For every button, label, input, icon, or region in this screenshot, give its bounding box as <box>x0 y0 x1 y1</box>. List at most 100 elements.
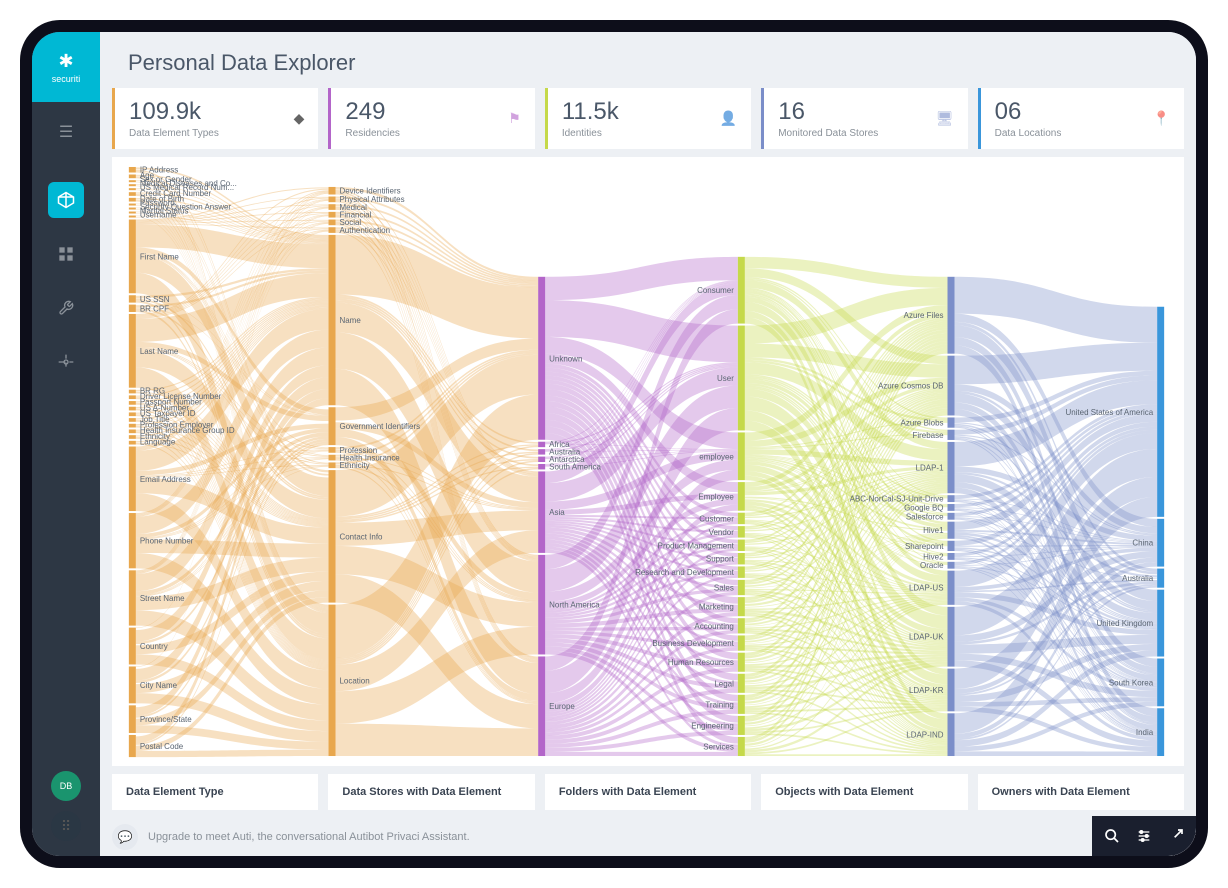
svg-text:LDAP-1: LDAP-1 <box>916 464 944 473</box>
svg-text:US SSN: US SSN <box>140 295 170 304</box>
apps-launcher[interactable]: ⠿ <box>51 811 81 841</box>
nav-items <box>48 182 84 380</box>
svg-text:Customer: Customer <box>699 514 734 523</box>
nav-item-settings[interactable] <box>48 344 84 380</box>
svg-text:Unknown: Unknown <box>549 354 582 363</box>
user-avatar[interactable]: DB <box>51 771 81 801</box>
search-icon <box>1104 828 1120 844</box>
menu-toggle-button[interactable]: ☰ <box>51 117 81 147</box>
stat-value: 11.5k <box>562 98 619 126</box>
column-headers: Data Element Type Data Stores with Data … <box>100 774 1196 818</box>
svg-text:Consumer: Consumer <box>697 286 734 295</box>
device-frame: ✱ securiti ☰ DB ⠿ <box>20 20 1208 868</box>
logo-text: securiti <box>52 74 81 84</box>
svg-text:Training: Training <box>705 700 734 709</box>
search-button[interactable] <box>1098 822 1126 850</box>
svg-text:Name: Name <box>340 316 362 325</box>
logo[interactable]: ✱ securiti <box>32 32 100 102</box>
stat-value: 06 <box>995 98 1062 126</box>
pin-icon: 📍 <box>1153 110 1170 127</box>
svg-text:Legal: Legal <box>714 679 734 688</box>
logo-icon: ✱ <box>58 51 73 72</box>
page-title: Personal Data Explorer <box>128 50 1168 76</box>
svg-text:ABC-NorCal-SJ-Unit-Drive: ABC-NorCal-SJ-Unit-Drive <box>850 495 944 504</box>
stat-card-stores[interactable]: 16 Monitored Data Stores 🖥 <box>761 88 967 149</box>
svg-text:Government Identifiers: Government Identifiers <box>340 422 421 431</box>
svg-text:Research and Development: Research and Development <box>635 568 735 577</box>
main-content: Personal Data Explorer 109.9k Data Eleme… <box>100 32 1196 856</box>
svg-text:Accounting: Accounting <box>694 622 733 631</box>
svg-text:India: India <box>1136 728 1154 737</box>
svg-text:Azure Files: Azure Files <box>904 311 944 320</box>
nav-item-tools[interactable] <box>48 290 84 326</box>
nav-item-dashboard[interactable] <box>48 236 84 272</box>
svg-text:Language: Language <box>140 438 176 447</box>
footer-bar: 💬 Upgrade to meet Auti, the conversation… <box>100 818 1196 856</box>
svg-text:Sales: Sales <box>714 584 734 593</box>
nav-item-explorer[interactable] <box>48 182 84 218</box>
stat-card-identities[interactable]: 11.5k Identities 👤 <box>545 88 751 149</box>
gear-icon <box>58 354 74 370</box>
cube-icon <box>57 191 75 209</box>
filter-button[interactable] <box>1130 822 1158 850</box>
svg-text:Phone Number: Phone Number <box>140 537 194 546</box>
svg-text:Support: Support <box>706 555 735 564</box>
sankey-chart[interactable]: IP AddressAgeSex or GenderMedical Diseas… <box>112 157 1184 766</box>
stat-card-element-types[interactable]: 109.9k Data Element Types ◆ <box>112 88 318 149</box>
stat-card-residencies[interactable]: 249 Residencies ⚑ <box>328 88 534 149</box>
sankey-svg: IP AddressAgeSex or GenderMedical Diseas… <box>112 157 1184 766</box>
stat-label: Identities <box>562 128 619 139</box>
col-header-stores: Data Stores with Data Element <box>328 774 534 810</box>
cube-icon: ◆ <box>294 110 305 127</box>
svg-text:Ethnicity: Ethnicity <box>340 461 370 470</box>
svg-text:Oracle: Oracle <box>920 561 944 570</box>
footer-message: Upgrade to meet Auti, the conversational… <box>148 831 1184 843</box>
svg-text:LDAP-IND: LDAP-IND <box>906 731 943 740</box>
svg-text:Street Name: Street Name <box>140 594 185 603</box>
svg-text:Europe: Europe <box>549 702 575 711</box>
svg-text:Firebase: Firebase <box>912 431 944 440</box>
svg-text:China: China <box>1132 539 1153 548</box>
app-screen: ✱ securiti ☰ DB ⠿ <box>32 32 1196 856</box>
svg-text:Vendor: Vendor <box>709 528 735 537</box>
svg-text:Hive1: Hive1 <box>923 526 944 535</box>
svg-text:Province/State: Province/State <box>140 715 192 724</box>
svg-text:LDAP-US: LDAP-US <box>909 584 944 593</box>
svg-text:Human Resources: Human Resources <box>668 658 734 667</box>
sliders-icon <box>1136 828 1152 844</box>
grid-icon <box>58 246 74 262</box>
svg-text:employee: employee <box>699 452 734 461</box>
stat-label: Data Element Types <box>129 128 219 139</box>
col-header-owners: Owners with Data Element <box>978 774 1184 810</box>
svg-text:Sharepoint: Sharepoint <box>905 542 944 551</box>
svg-text:Authentication: Authentication <box>340 226 391 235</box>
expand-button[interactable] <box>1162 822 1190 850</box>
stat-value: 109.9k <box>129 98 219 126</box>
sidebar: ✱ securiti ☰ DB ⠿ <box>32 32 100 856</box>
svg-text:Product Management: Product Management <box>658 541 735 550</box>
svg-text:Engineering: Engineering <box>691 721 734 730</box>
svg-text:United Kingdom: United Kingdom <box>1096 619 1153 628</box>
col-header-objects: Objects with Data Element <box>761 774 967 810</box>
svg-text:Postal Code: Postal Code <box>140 742 184 751</box>
stat-value: 16 <box>778 98 878 126</box>
wrench-icon <box>58 300 74 316</box>
svg-text:United States of America: United States of America <box>1065 408 1153 417</box>
col-header-folders: Folders with Data Element <box>545 774 751 810</box>
header: Personal Data Explorer <box>100 32 1196 88</box>
chat-icon[interactable]: 💬 <box>112 824 138 850</box>
user-icon: 👤 <box>720 110 737 127</box>
stat-label: Residencies <box>345 128 399 139</box>
stat-label: Data Locations <box>995 128 1062 139</box>
svg-text:Salesforce: Salesforce <box>906 512 944 521</box>
col-header-element-type: Data Element Type <box>112 774 318 810</box>
svg-text:Employee: Employee <box>698 492 734 501</box>
svg-text:Email Address: Email Address <box>140 475 191 484</box>
svg-text:Australia: Australia <box>1122 574 1154 583</box>
svg-text:BR CPF: BR CPF <box>140 304 169 313</box>
flag-icon: ⚑ <box>508 110 521 127</box>
stat-card-locations[interactable]: 06 Data Locations 📍 <box>978 88 1184 149</box>
svg-text:City Name: City Name <box>140 681 178 690</box>
sidebar-bottom: DB ⠿ <box>51 771 81 841</box>
svg-text:First Name: First Name <box>140 252 180 261</box>
